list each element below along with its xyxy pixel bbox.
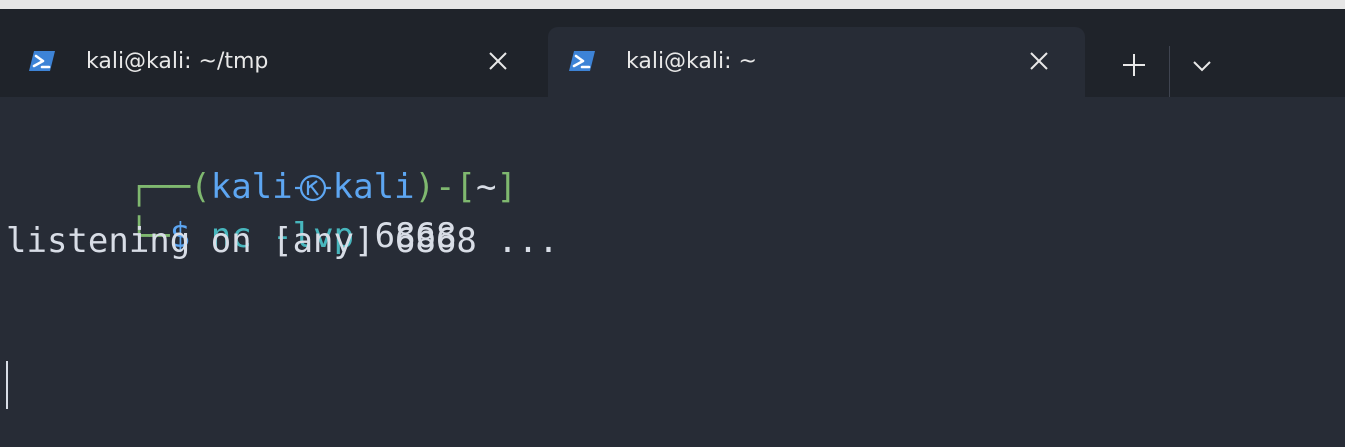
text-cursor (6, 361, 8, 409)
tab-label: kali@kali: ~/tmp (86, 49, 269, 74)
prompt-line: ┌──(kali kali)-[~] (6, 121, 517, 207)
close-icon[interactable] (483, 46, 513, 76)
tab-separator (1169, 46, 1170, 98)
command-line: └─$ nc -lvp 6868 (6, 170, 457, 256)
powershell-icon (568, 49, 596, 73)
tab-kali-home[interactable]: kali@kali: ~ (548, 27, 1085, 97)
tab-dropdown-button[interactable] (1185, 51, 1219, 81)
plus-icon (1123, 54, 1145, 76)
tab-bar: kali@kali: ~/tmp kali@kali: ~ (0, 9, 1345, 98)
new-tab-button[interactable] (1116, 47, 1152, 83)
terminal-output[interactable]: ┌──(kali kali)-[~] └─$ nc -lvp 6868 liste… (0, 97, 1345, 447)
close-icon[interactable] (1024, 46, 1054, 76)
chevron-down-icon (1193, 61, 1211, 72)
prompt-close-bracket: ] (496, 167, 517, 207)
powershell-icon (28, 49, 56, 73)
prompt-cwd: ~ (475, 167, 497, 207)
prompt-open-bracket: [ (455, 167, 476, 207)
tab-label: kali@kali: ~ (626, 49, 757, 74)
terminal-window: kali@kali: ~/tmp kali@kali: ~ ┌──(kali k… (0, 0, 1345, 447)
tab-kali-tmp[interactable]: kali@kali: ~/tmp (8, 27, 540, 97)
output-line: listening on [any] 6868 ... (6, 221, 559, 261)
